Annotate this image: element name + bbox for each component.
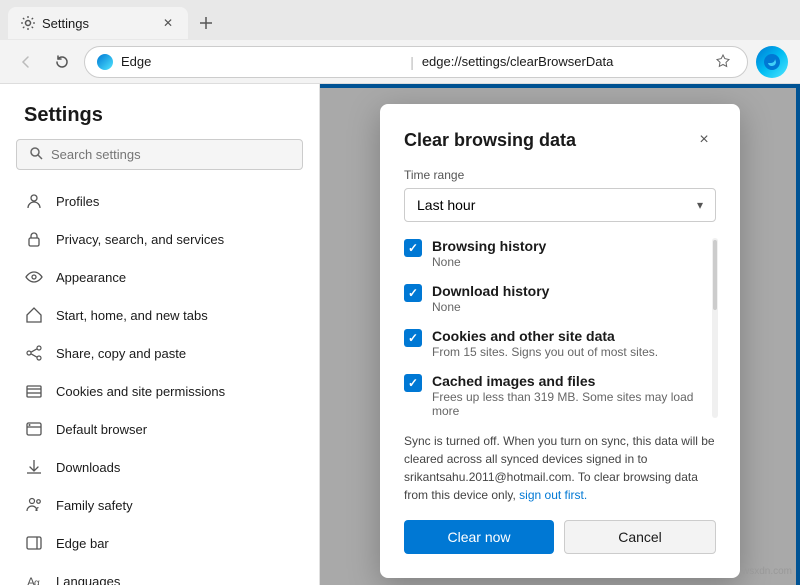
cookie-icon [24, 381, 44, 401]
chevron-down-icon: ▾ [697, 198, 703, 212]
dialog-header: Clear browsing data × [404, 128, 716, 152]
download-history-checkbox[interactable] [404, 284, 422, 302]
person-icon [24, 191, 44, 211]
watermark: wsxdn.com [742, 566, 792, 577]
download-icon [24, 457, 44, 477]
edge-browser-icon [756, 46, 788, 78]
dialog-title: Clear browsing data [404, 130, 576, 151]
sidebar-title: Settings [0, 84, 319, 139]
cached-images-label: Cached images and files [432, 373, 706, 389]
sidebar-label-privacy: Privacy, search, and services [56, 232, 224, 247]
refresh-button[interactable] [48, 48, 76, 76]
tab-bar: Settings ✕ [0, 0, 800, 40]
eye-icon [24, 267, 44, 287]
clear-now-button[interactable]: Clear now [404, 520, 554, 554]
settings-tab[interactable]: Settings ✕ [8, 7, 188, 39]
tab-title: Settings [42, 16, 154, 31]
download-history-label: Download history [432, 283, 706, 299]
cached-images-checkbox[interactable] [404, 374, 422, 392]
sidebar-label-default-browser: Default browser [56, 422, 147, 437]
checkbox-scroll-area: Browsing history None Download history N… [404, 238, 716, 418]
scrollbar-track [712, 238, 718, 418]
address-brand-label: Edge [121, 54, 402, 69]
search-box[interactable] [16, 139, 303, 170]
sidebar-item-languages[interactable]: Aα Languages [0, 562, 319, 585]
sign-out-link[interactable]: sign out first. [519, 488, 587, 502]
sidebar-label-start-home: Start, home, and new tabs [56, 308, 208, 323]
new-tab-button[interactable] [192, 9, 220, 37]
sidebar-item-appearance[interactable]: Appearance [0, 258, 319, 296]
time-range-select[interactable]: Last hour ▾ [404, 188, 716, 222]
sidebar-item-family-safety[interactable]: Family safety [0, 486, 319, 524]
download-history-sublabel: None [432, 300, 706, 314]
home-icon [24, 305, 44, 325]
time-range-value: Last hour [417, 197, 475, 213]
download-history-item[interactable]: Download history None [404, 283, 706, 314]
sidebar-item-downloads[interactable]: Downloads [0, 448, 319, 486]
browser-icon [24, 419, 44, 439]
content-area: Clear browsing data × Time range Last ho… [320, 84, 800, 585]
tab-favicon [20, 15, 36, 31]
cookies-sublabel: From 15 sites. Signs you out of most sit… [432, 345, 706, 359]
sidebar-label-family-safety: Family safety [56, 498, 133, 513]
clear-browsing-data-dialog: Clear browsing data × Time range Last ho… [380, 104, 740, 578]
time-range-label: Time range [404, 168, 716, 182]
cached-images-text: Cached images and files Frees up less th… [432, 373, 706, 418]
sidebar-item-privacy[interactable]: Privacy, search, and services [0, 220, 319, 258]
sync-notice: Sync is turned off. When you turn on syn… [404, 432, 716, 504]
sidebar-icon [24, 533, 44, 553]
cached-images-item[interactable]: Cached images and files Frees up less th… [404, 373, 706, 418]
main-layout: Settings Profiles Privacy, search, and s… [0, 84, 800, 585]
download-history-text: Download history None [432, 283, 706, 314]
svg-text:α: α [34, 578, 40, 585]
dialog-close-button[interactable]: × [692, 128, 716, 152]
sidebar: Settings Profiles Privacy, search, and s… [0, 84, 320, 585]
language-icon: Aα [24, 571, 44, 585]
sidebar-item-share-copy[interactable]: Share, copy and paste [0, 334, 319, 372]
sidebar-item-edge-bar[interactable]: Edge bar [0, 524, 319, 562]
browsing-history-label: Browsing history [432, 238, 706, 254]
browsing-history-sublabel: None [432, 255, 706, 269]
sidebar-item-profiles[interactable]: Profiles [0, 182, 319, 220]
browser-chrome: Settings ✕ Edge | edge://settings/clearB… [0, 0, 800, 84]
cookies-checkbox[interactable] [404, 329, 422, 347]
sidebar-label-share-copy: Share, copy and paste [56, 346, 186, 361]
search-input[interactable] [51, 147, 290, 162]
lock-icon [24, 229, 44, 249]
cached-images-sublabel: Frees up less than 319 MB. Some sites ma… [432, 390, 706, 418]
sidebar-item-start-home[interactable]: Start, home, and new tabs [0, 296, 319, 334]
address-separator: | [410, 54, 414, 70]
modal-overlay: Clear browsing data × Time range Last ho… [320, 84, 800, 585]
address-url: edge://settings/clearBrowserData [422, 54, 703, 69]
cookies-item[interactable]: Cookies and other site data From 15 site… [404, 328, 706, 359]
sidebar-label-languages: Languages [56, 574, 120, 585]
browsing-history-checkbox[interactable] [404, 239, 422, 257]
tab-close-button[interactable]: ✕ [160, 15, 176, 31]
sidebar-label-appearance: Appearance [56, 270, 126, 285]
sidebar-label-downloads: Downloads [56, 460, 120, 475]
edge-favicon [97, 54, 113, 70]
share-icon [24, 343, 44, 363]
browsing-history-item[interactable]: Browsing history None [404, 238, 706, 269]
browsing-history-text: Browsing history None [432, 238, 706, 269]
cancel-button[interactable]: Cancel [564, 520, 716, 554]
sidebar-item-cookies[interactable]: Cookies and site permissions [0, 372, 319, 410]
sidebar-label-cookies: Cookies and site permissions [56, 384, 225, 399]
sidebar-label-profiles: Profiles [56, 194, 99, 209]
back-button[interactable] [12, 48, 40, 76]
favorites-star[interactable] [711, 50, 735, 74]
family-icon [24, 495, 44, 515]
dialog-buttons: Clear now Cancel [404, 520, 716, 554]
sidebar-label-edge-bar: Edge bar [56, 536, 109, 551]
address-bar: Edge | edge://settings/clearBrowserData [0, 40, 800, 84]
scrollbar-thumb [713, 240, 717, 310]
cookies-text: Cookies and other site data From 15 site… [432, 328, 706, 359]
sidebar-item-default-browser[interactable]: Default browser [0, 410, 319, 448]
address-field[interactable]: Edge | edge://settings/clearBrowserData [84, 46, 748, 78]
search-icon [29, 146, 43, 163]
cookies-label: Cookies and other site data [432, 328, 706, 344]
